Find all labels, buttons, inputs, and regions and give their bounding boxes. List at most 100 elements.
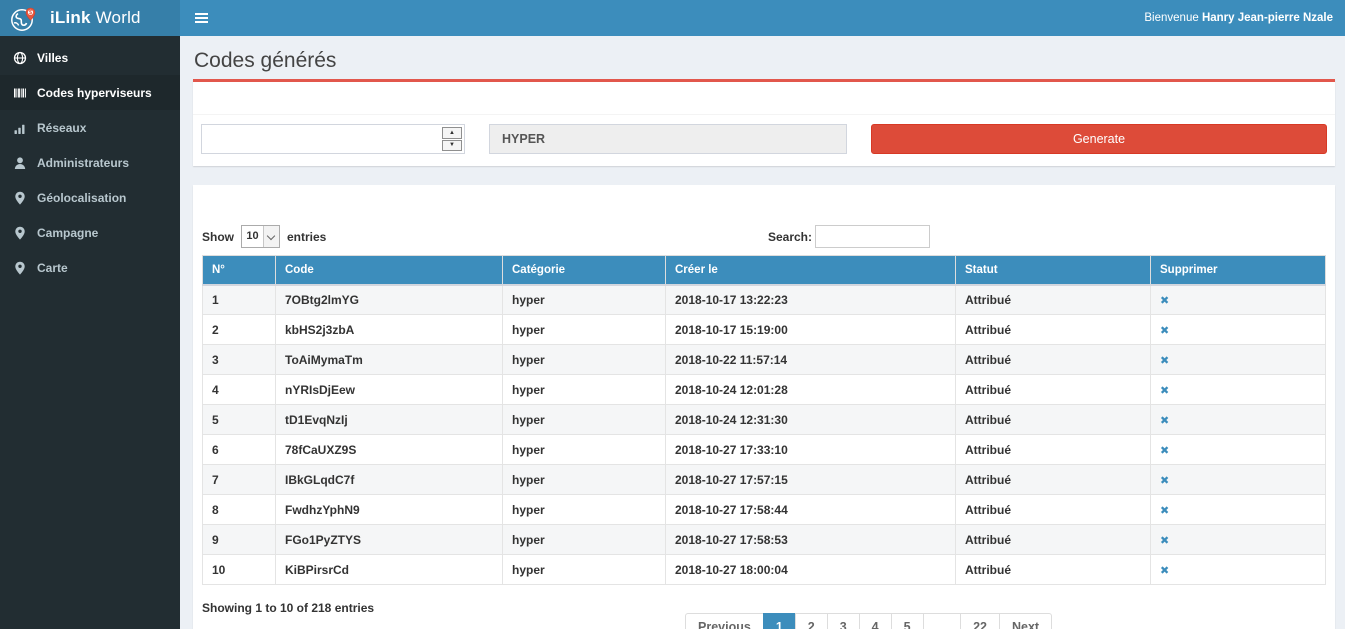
welcome-message: Bienvenue Hanry Jean-pierre Nzale <box>1144 12 1345 24</box>
table-row: 5tD1EvqNzIjhyper2018-10-24 12:31:30Attri… <box>203 405 1326 435</box>
table-row: 17OBtg2lmYGhyper2018-10-17 13:22:23Attri… <box>203 285 1326 315</box>
sidebar-item-reseaux[interactable]: Réseaux <box>0 110 180 145</box>
generate-button[interactable]: Generate <box>871 124 1327 154</box>
welcome-prefix: Bienvenue <box>1144 12 1198 24</box>
search-label: Search: <box>768 230 812 244</box>
pagination-button-next[interactable]: Next <box>999 613 1052 629</box>
delete-code-icon[interactable]: ✖ <box>1160 415 1169 427</box>
cell-created: 2018-10-27 17:33:10 <box>666 435 956 465</box>
user-name[interactable]: Hanry Jean-pierre Nzale <box>1202 12 1333 24</box>
table-row: 9FGo1PyZTYShyper2018-10-27 17:58:53Attri… <box>203 525 1326 555</box>
sidebar-item-label: Géolocalisation <box>37 191 126 205</box>
column-header-code[interactable]: Code <box>276 256 503 285</box>
barcode-icon <box>13 86 27 100</box>
page-length-value: 10 <box>242 226 263 247</box>
sidebar-item-campagne[interactable]: Campagne <box>0 215 180 250</box>
cell-category: hyper <box>503 315 666 345</box>
cell-code: FwdhzYphN9 <box>276 495 503 525</box>
table-row: 7IBkGLqdC7fhyper2018-10-27 17:57:15Attri… <box>203 465 1326 495</box>
generator-form: ▲ ▼ HYPER Generate <box>193 115 1335 166</box>
brand-title: iLink World <box>50 8 141 28</box>
map-marker-icon <box>13 226 27 240</box>
page-length-select[interactable]: 10 <box>241 225 280 248</box>
cell-status: Attribué <box>956 405 1151 435</box>
pagination-button-item[interactable]: … <box>923 613 962 629</box>
sidebar-item-administrateurs[interactable]: Administrateurs <box>0 145 180 180</box>
cell-category: hyper <box>503 435 666 465</box>
sidebar-item-codes-hyperviseurs[interactable]: Codes hyperviseurs <box>0 75 180 110</box>
delete-code-icon[interactable]: ✖ <box>1160 475 1169 487</box>
delete-code-icon[interactable]: ✖ <box>1160 325 1169 337</box>
sidebar-item-label: Codes hyperviseurs <box>37 86 152 100</box>
cell-created: 2018-10-24 12:01:28 <box>666 375 956 405</box>
column-header-supprimer[interactable]: Supprimer <box>1151 256 1326 285</box>
pagination-button-22[interactable]: 22 <box>960 613 1000 629</box>
cell-num: 4 <box>203 375 276 405</box>
category-input-disabled: HYPER <box>489 124 847 154</box>
brand-title-regular: World <box>96 8 141 27</box>
page-title: Codes générés <box>194 49 1345 73</box>
column-header-categorie[interactable]: Catégorie <box>503 256 666 285</box>
cell-delete: ✖ <box>1151 465 1326 495</box>
pagination-button-previous[interactable]: Previous <box>685 613 764 629</box>
sidebar-item-carte[interactable]: Carte <box>0 250 180 285</box>
cell-category: hyper <box>503 345 666 375</box>
delete-code-icon[interactable]: ✖ <box>1160 295 1169 307</box>
cell-num: 3 <box>203 345 276 375</box>
pagination-button-3[interactable]: 3 <box>827 613 860 629</box>
code-generator-panel: ▲ ▼ HYPER Generate <box>193 79 1335 166</box>
column-header-creer-le[interactable]: Créer le <box>666 256 956 285</box>
sidebar-toggle-button[interactable] <box>180 13 223 23</box>
table-row: 3ToAiMymaTmhyper2018-10-22 11:57:14Attri… <box>203 345 1326 375</box>
delete-code-icon[interactable]: ✖ <box>1160 565 1169 577</box>
delete-code-icon[interactable]: ✖ <box>1160 505 1169 517</box>
delete-code-icon[interactable]: ✖ <box>1160 385 1169 397</box>
chevron-down-icon <box>263 226 279 247</box>
cell-num: 7 <box>203 465 276 495</box>
cell-num: 6 <box>203 435 276 465</box>
sidebar-item-label: Réseaux <box>37 121 86 135</box>
spinner-up-icon[interactable]: ▲ <box>442 127 462 139</box>
cell-status: Attribué <box>956 525 1151 555</box>
cell-created: 2018-10-17 15:19:00 <box>666 315 956 345</box>
cell-created: 2018-10-27 17:57:15 <box>666 465 956 495</box>
pagination-button-5[interactable]: 5 <box>891 613 924 629</box>
cell-num: 9 <box>203 525 276 555</box>
delete-code-icon[interactable]: ✖ <box>1160 355 1169 367</box>
map-marker-icon <box>13 261 27 275</box>
app-window: $ iLink World Bienvenue Hanry Jean-pierr… <box>0 0 1345 629</box>
sidebar-item-geolocalisation[interactable]: Géolocalisation <box>0 180 180 215</box>
cell-code: ToAiMymaTm <box>276 345 503 375</box>
sidebar-item-villes[interactable]: Villes <box>0 40 180 75</box>
cell-num: 10 <box>203 555 276 585</box>
spinner-down-icon[interactable]: ▼ <box>442 140 462 152</box>
cell-code: 7OBtg2lmYG <box>276 285 503 315</box>
sidebar-item-label: Villes <box>37 51 68 65</box>
delete-code-icon[interactable]: ✖ <box>1160 445 1169 457</box>
brand-logo[interactable]: $ iLink World <box>0 0 180 36</box>
cell-delete: ✖ <box>1151 435 1326 465</box>
column-header-n[interactable]: N° <box>203 256 276 285</box>
cell-code: FGo1PyZTYS <box>276 525 503 555</box>
pagination: Previous12345…22Next <box>685 613 1052 629</box>
pagination-button-1[interactable]: 1 <box>763 613 796 629</box>
cell-num: 8 <box>203 495 276 525</box>
pagination-button-2[interactable]: 2 <box>795 613 828 629</box>
pagination-button-4[interactable]: 4 <box>859 613 892 629</box>
quantity-input[interactable]: ▲ ▼ <box>201 124 465 154</box>
cell-status: Attribué <box>956 375 1151 405</box>
quantity-spinner[interactable]: ▲ ▼ <box>442 127 462 151</box>
column-header-statut[interactable]: Statut <box>956 256 1151 285</box>
search-input[interactable] <box>815 225 930 248</box>
map-marker-icon <box>13 191 27 205</box>
cell-category: hyper <box>503 375 666 405</box>
cell-status: Attribué <box>956 315 1151 345</box>
cell-delete: ✖ <box>1151 555 1326 585</box>
generator-panel-header <box>193 82 1335 115</box>
quantity-field[interactable] <box>202 125 464 153</box>
table-row: 4nYRIsDjEewhyper2018-10-24 12:01:28Attri… <box>203 375 1326 405</box>
cell-delete: ✖ <box>1151 495 1326 525</box>
cell-num: 5 <box>203 405 276 435</box>
cell-status: Attribué <box>956 285 1151 315</box>
delete-code-icon[interactable]: ✖ <box>1160 535 1169 547</box>
